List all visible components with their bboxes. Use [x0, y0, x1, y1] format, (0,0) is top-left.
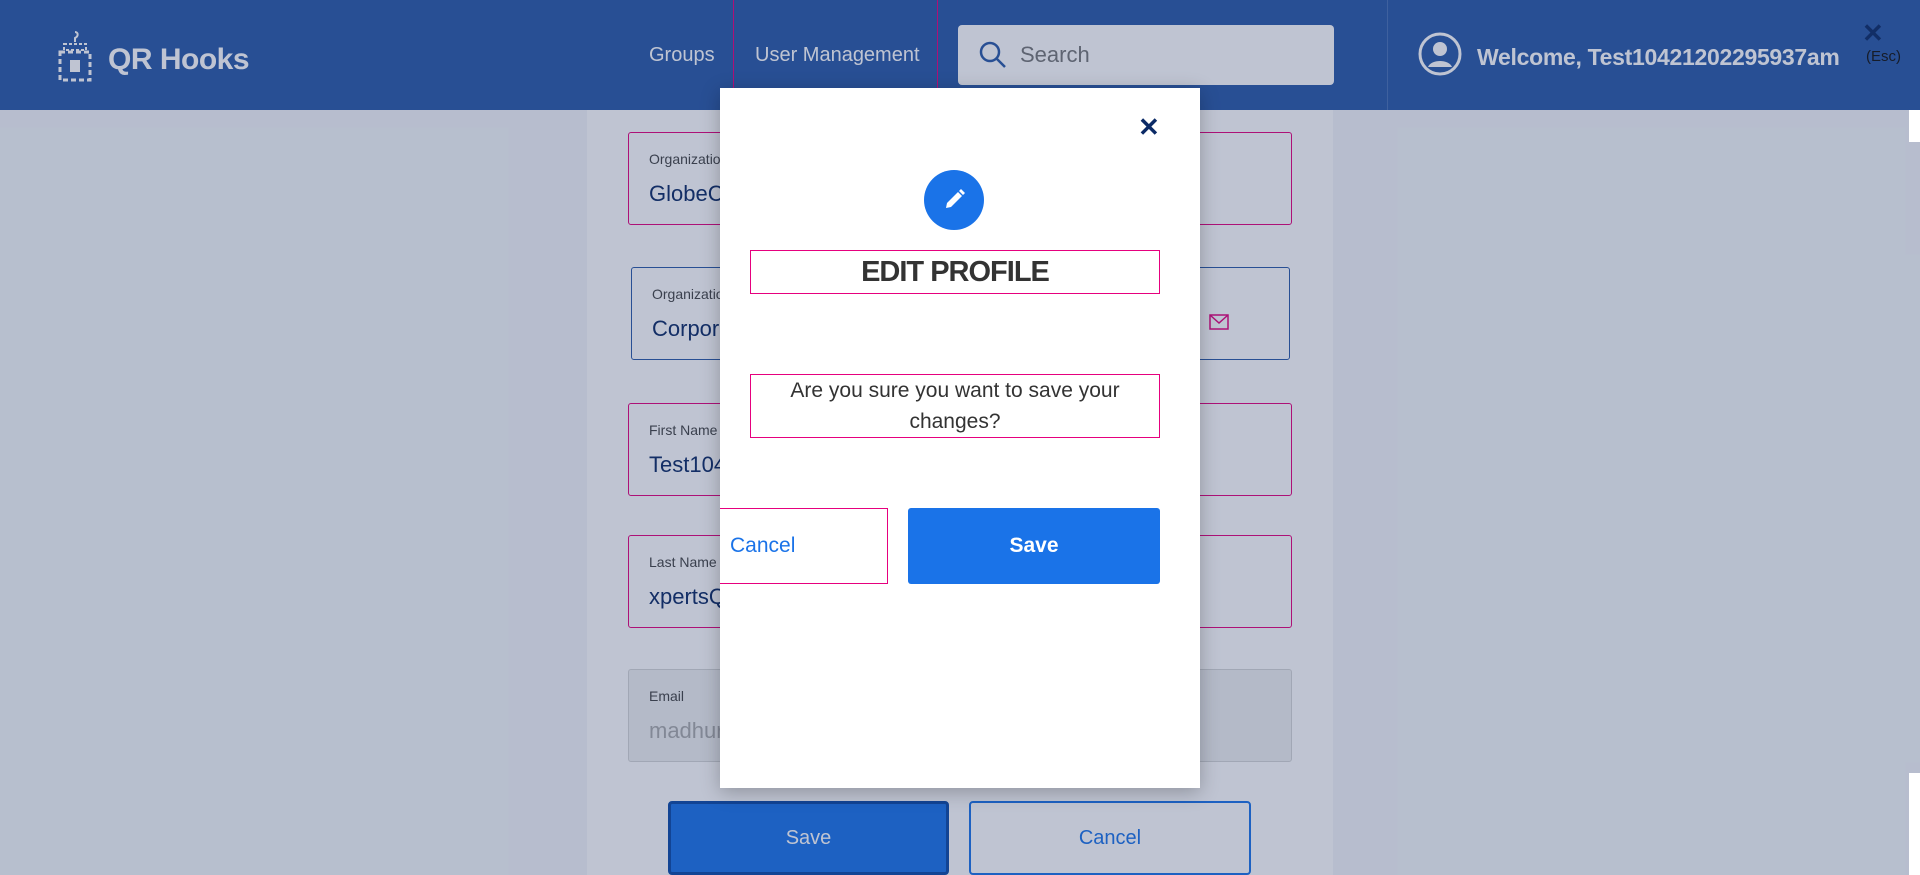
- edit-pencil-glyph: [946, 189, 965, 208]
- dialog-title-box: EDIT PROFILE: [750, 250, 1160, 294]
- dialog-title: EDIT PROFILE: [861, 255, 1050, 288]
- dialog-message-box: Are you sure you want to save your chang…: [750, 374, 1160, 438]
- close-icon[interactable]: ✕: [1138, 112, 1160, 143]
- edit-profile-dialog: ✕ EDIT PROFILE Are you sure you want to …: [720, 88, 1200, 788]
- scrollbar-track[interactable]: [1909, 773, 1920, 875]
- dialog-save-button[interactable]: Save: [908, 508, 1160, 584]
- scrollbar-track[interactable]: [1909, 110, 1920, 142]
- dialog-cancel-button[interactable]: Cancel: [720, 508, 888, 584]
- dialog-message: Are you sure you want to save your chang…: [790, 379, 1120, 433]
- edit-pencil-icon: [924, 170, 984, 230]
